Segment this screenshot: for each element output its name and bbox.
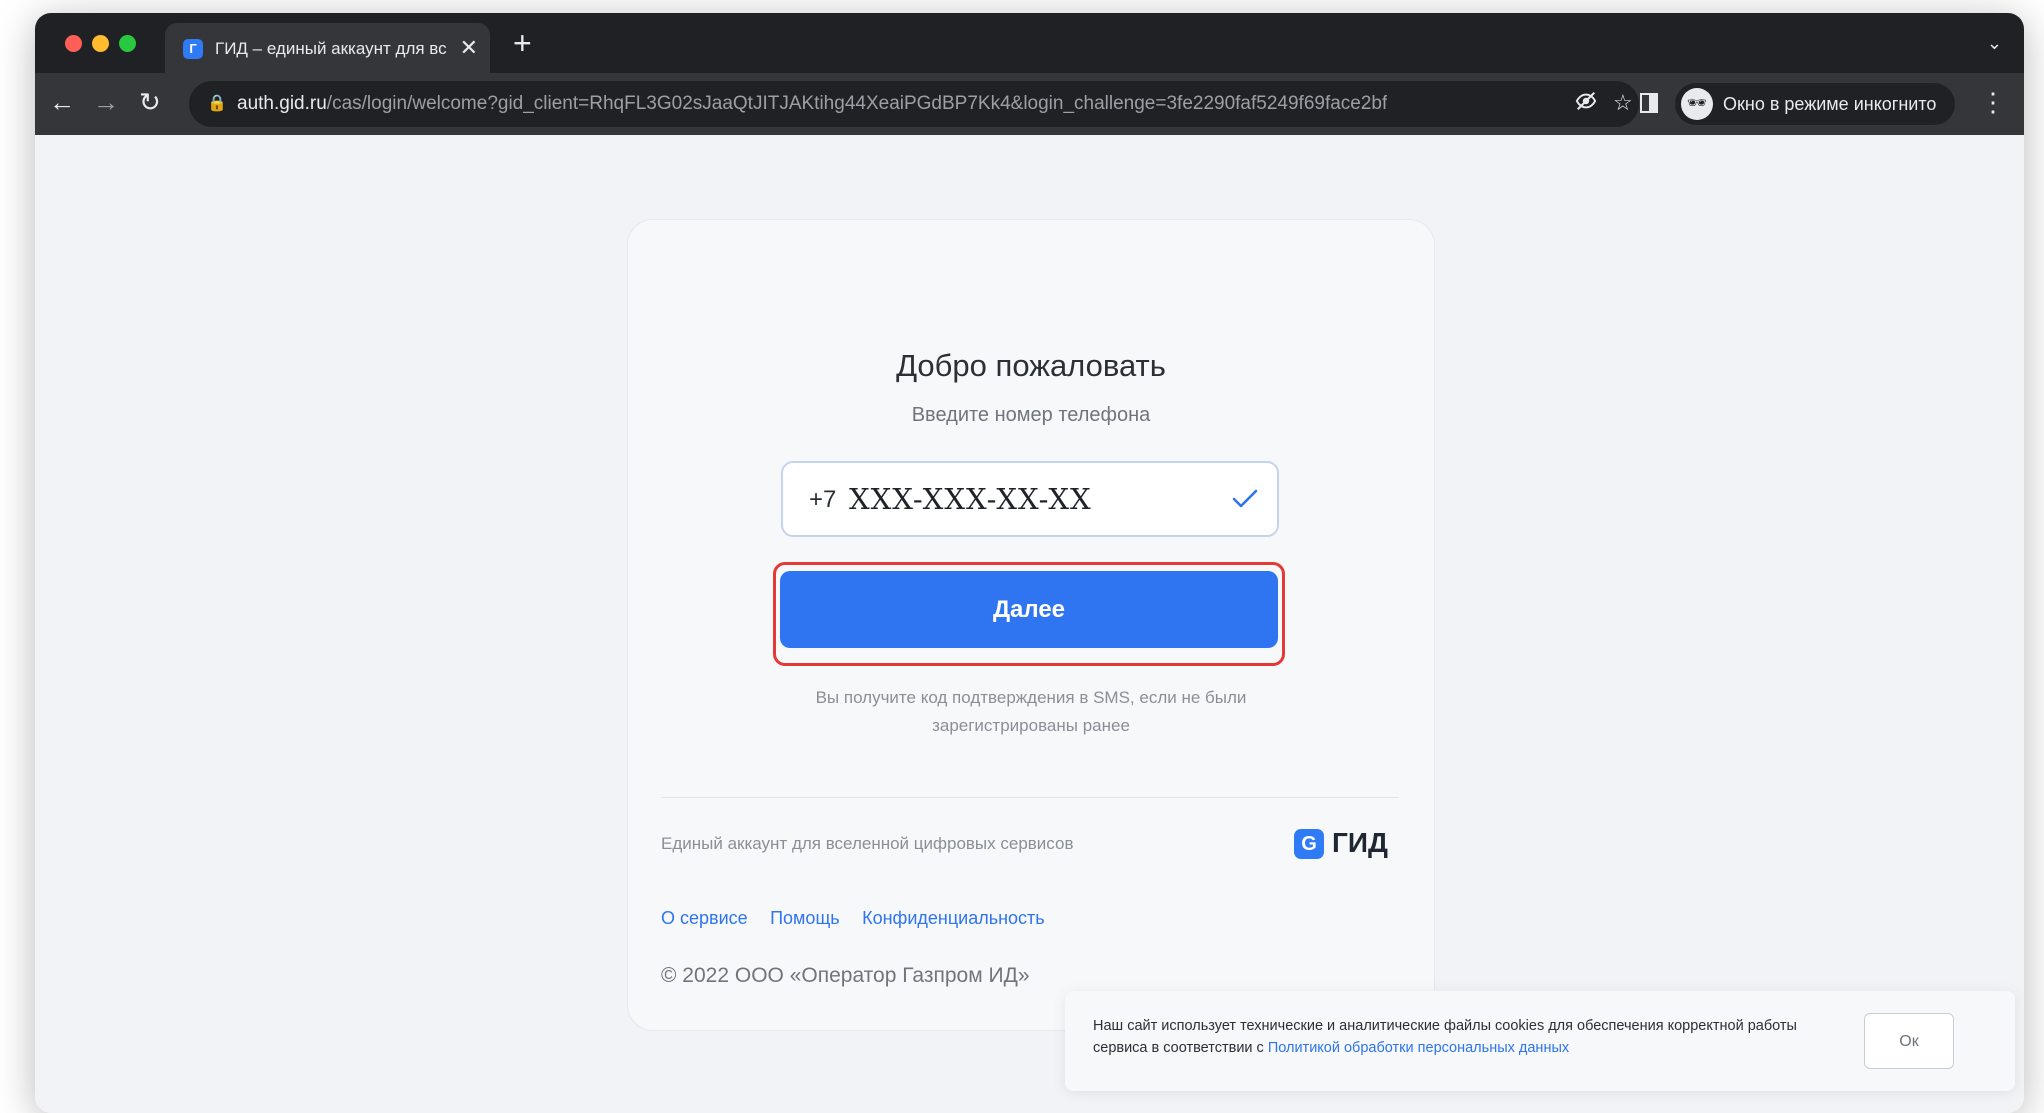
gid-logo-icon: G [1294, 829, 1324, 859]
checkmark-icon [1232, 489, 1258, 508]
page-content: Добро пожаловать Введите номер телефона … [35, 135, 2024, 1113]
bookmark-star-icon[interactable]: ☆ [1613, 90, 1633, 116]
tab-strip: Г ГИД – единый аккаунт для вс ✕ + ⌄ [35, 13, 2024, 73]
phone-country-code: +7 [809, 486, 837, 513]
forward-arrow-icon[interactable]: → [93, 87, 119, 117]
login-card: Добро пожаловать Введите номер телефона … [627, 219, 1435, 1031]
eye-slash-icon[interactable] [1575, 90, 1597, 118]
minimize-window-button[interactable] [92, 35, 109, 52]
site-favicon-icon: Г [183, 39, 203, 59]
side-panel-icon[interactable] [1640, 93, 1658, 113]
menu-kebab-icon[interactable]: ⋮ [1980, 87, 2006, 117]
link-privacy[interactable]: Конфиденциальность [862, 908, 1045, 928]
lock-icon[interactable]: 🔒 [207, 93, 227, 113]
browser-toolbar: ← → ↻ 🔒 auth.gid.ru/cas/login/welcome?gi… [35, 73, 2024, 135]
back-arrow-icon[interactable]: ← [49, 87, 75, 117]
gid-logo: G ГИД [1294, 824, 1394, 864]
browser-window: Г ГИД – единый аккаунт для вс ✕ + ⌄ ← → … [35, 13, 2024, 1113]
next-button[interactable]: Далее [780, 571, 1278, 648]
cookie-banner: Наш сайт использует технические и аналит… [1065, 991, 2015, 1091]
incognito-icon: 🕶 [1681, 88, 1713, 120]
phone-input[interactable]: +7 XXX-XXX-XX-XX [781, 461, 1279, 537]
active-tab[interactable]: Г ГИД – единый аккаунт для вс ✕ [165, 23, 490, 73]
address-bar[interactable]: 🔒 auth.gid.ru/cas/login/welcome?gid_clie… [189, 81, 1639, 127]
cookie-ok-button[interactable]: Ок [1864, 1013, 1954, 1069]
incognito-indicator[interactable]: 🕶 Окно в режиме инкогнито [1675, 83, 1955, 125]
sms-hint: Вы получите код подтверждения в SMS, есл… [815, 688, 1247, 735]
link-about[interactable]: О сервисе [661, 908, 748, 928]
reload-icon[interactable]: ↻ [139, 87, 161, 117]
cookie-text: Наш сайт использует технические и аналит… [1093, 1015, 1853, 1059]
privacy-policy-link[interactable]: Политикой обработки персональных данных [1268, 1040, 1569, 1056]
url-text[interactable]: auth.gid.ru/cas/login/welcome?gid_client… [237, 93, 1387, 117]
close-tab-icon[interactable]: ✕ [460, 35, 478, 61]
phone-value[interactable]: XXX-XXX-XX-XX [849, 482, 1092, 516]
link-help[interactable]: Помощь [770, 908, 840, 928]
divider [661, 797, 1399, 798]
gid-logo-text: ГИД [1332, 827, 1388, 858]
new-tab-button[interactable]: + [513, 27, 532, 59]
chevron-down-icon[interactable]: ⌄ [1987, 33, 2002, 54]
maximize-window-button[interactable] [119, 35, 136, 52]
tab-title: ГИД – единый аккаунт для вс [215, 39, 447, 58]
page-title: Добро пожаловать [896, 348, 1166, 383]
url-path: /cas/login/welcome?gid_client=RhqFL3G02s… [326, 93, 1387, 114]
incognito-label: Окно в режиме инкогнито [1723, 94, 1937, 114]
page-subtitle: Введите номер телефона [911, 404, 1151, 426]
copyright: © 2022 ООО «Оператор Газпром ИД» [661, 964, 1030, 987]
tagline: Единый аккаунт для вселенной цифровых се… [661, 834, 1074, 853]
url-host: auth.gid.ru [237, 93, 327, 114]
footer-links: О сервисе Помощь Конфиденциальность [661, 908, 1063, 929]
close-window-button[interactable] [65, 35, 82, 52]
